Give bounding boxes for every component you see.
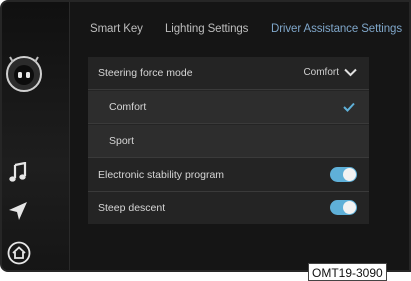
option-comfort[interactable]: Comfort bbox=[88, 91, 369, 124]
steep-descent-row: Steep descent bbox=[88, 192, 369, 225]
navigation-arrow-icon[interactable] bbox=[7, 200, 29, 222]
toggle-knob bbox=[343, 168, 356, 181]
robot-avatar-icon[interactable] bbox=[4, 54, 44, 94]
checkmark-icon bbox=[343, 102, 355, 112]
esp-label: Electronic stability program bbox=[98, 169, 225, 181]
chevron-down-icon[interactable] bbox=[344, 68, 357, 77]
home-icon[interactable] bbox=[7, 241, 31, 265]
esp-toggle[interactable] bbox=[330, 167, 357, 182]
music-note-icon[interactable] bbox=[7, 162, 29, 184]
option-sport-label: Sport bbox=[109, 135, 135, 147]
sidebar bbox=[2, 2, 70, 270]
infotainment-screen: Smart Key Lighting Settings Driver Assis… bbox=[0, 0, 411, 272]
option-sport[interactable]: Sport bbox=[88, 125, 369, 158]
steering-force-mode-label: Steering force mode bbox=[98, 67, 193, 79]
tab-driver-assistance-settings[interactable]: Driver Assistance Settings bbox=[271, 23, 402, 35]
tab-smart-key[interactable]: Smart Key bbox=[90, 23, 143, 35]
toggle-knob bbox=[343, 201, 356, 214]
steep-descent-label: Steep descent bbox=[98, 202, 166, 214]
steering-force-mode-row[interactable]: Steering force mode Comfort bbox=[88, 57, 369, 90]
steering-force-mode-value: Comfort bbox=[303, 67, 339, 78]
figure-code: OMT19-3090 bbox=[308, 263, 387, 281]
steep-descent-toggle[interactable] bbox=[330, 200, 357, 215]
esp-row: Electronic stability program bbox=[88, 159, 369, 192]
option-comfort-label: Comfort bbox=[109, 101, 147, 113]
tab-lighting-settings[interactable]: Lighting Settings bbox=[165, 23, 248, 35]
settings-panel: Steering force mode Comfort Comfort Spor… bbox=[88, 57, 369, 224]
